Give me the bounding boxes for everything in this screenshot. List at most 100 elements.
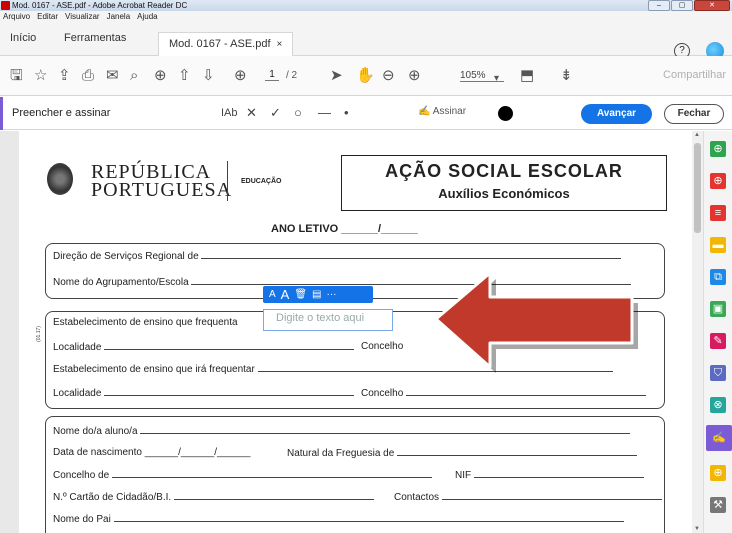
tab-document[interactable]: Mod. 0167 - ASE.pdf × (158, 32, 294, 56)
field-localidade[interactable]: Localidade (53, 341, 355, 353)
label-estab-futuro: Estabelecimento de ensino que irá freque… (53, 364, 255, 375)
sign-pen-tool-icon[interactable]: ✎ (710, 333, 726, 349)
combine-files-icon[interactable]: ⧉ (710, 269, 726, 285)
text-entry-field[interactable]: Digite o texto aqui (263, 309, 393, 331)
send-track-icon[interactable]: ⊗ (710, 397, 726, 413)
close-fill-sign-button[interactable]: Fechar (664, 104, 724, 124)
label-nascimento: Data de nascimento (53, 447, 142, 458)
bookmark-star-icon[interactable]: ☆ (34, 67, 47, 85)
field-nif[interactable]: NIF (455, 469, 644, 481)
protect-shield-icon[interactable]: ⛉ (710, 365, 726, 381)
form-title: AÇÃO SOCIAL ESCOLAR (385, 161, 623, 181)
share-upload-icon[interactable]: ⇪ (58, 67, 71, 85)
fill-sign-tool-icon[interactable]: ✍ (706, 425, 732, 451)
edit-pdf-icon[interactable]: ▣ (710, 301, 726, 317)
minimize-button[interactable]: – (648, 0, 670, 11)
field-cartao[interactable]: N.º Cartão de Cidadão/B.I. (53, 491, 374, 503)
scroll-down-icon[interactable]: ▼ (694, 526, 700, 532)
decrease-font-button[interactable]: A (269, 289, 276, 300)
underline (104, 387, 355, 396)
field-localidade-2[interactable]: Localidade (53, 387, 355, 399)
more-tools-icon[interactable]: ⊕ (710, 465, 726, 481)
menu-ajuda[interactable]: Ajuda (137, 11, 157, 22)
margin-code: (01.17) (35, 326, 42, 342)
fill-sign-title: Preencher e assinar (12, 107, 111, 119)
maximize-button[interactable]: ▢ (671, 0, 693, 11)
next-page-down-icon[interactable]: ⊕ (234, 67, 247, 85)
next-page-icon[interactable]: ⇩ (202, 67, 215, 85)
print-icon[interactable]: ⎙ (82, 67, 94, 85)
label-nif: NIF (455, 470, 472, 481)
organize-pages-icon[interactable]: ≡ (710, 205, 726, 221)
menu-editar[interactable]: Editar (37, 11, 58, 22)
prev-page-up-icon[interactable]: ⇧ (178, 67, 191, 85)
tab-inicio[interactable]: Início (10, 32, 36, 44)
scroll-up-icon[interactable]: ▲ (694, 132, 700, 138)
more-options-button[interactable]: ··· (327, 289, 337, 300)
title-bar: Mod. 0167 - ASE.pdf - Adobe Acrobat Read… (0, 0, 732, 11)
field-estab-atual[interactable]: Estabelecimento de ensino que frequenta (53, 317, 238, 328)
underline (113, 513, 624, 522)
menu-arquivo[interactable]: Arquivo (3, 11, 30, 22)
prev-page-icon[interactable]: ⊕ (154, 67, 167, 85)
label-freguesia: Natural da Freguesia de (287, 448, 395, 459)
select-cursor-icon[interactable]: ➤ (330, 67, 343, 85)
hand-tool-icon[interactable]: ✋ (356, 67, 375, 85)
zoom-in-icon[interactable]: ⊕ (408, 67, 421, 85)
educacao-text: EDUCAÇÃO (241, 178, 282, 185)
field-freguesia[interactable]: Natural da Freguesia de (287, 447, 638, 459)
export-pdf-icon[interactable]: ⊕ (710, 173, 726, 189)
field-nascimento[interactable]: Data de nascimento ______/______/______ (53, 447, 250, 458)
comb-field-icon[interactable]: ▤ (312, 289, 321, 300)
scroll-thumb[interactable] (694, 143, 701, 233)
zoom-out-icon[interactable]: ⊖ (382, 67, 395, 85)
create-pdf-icon[interactable]: ⊕ (710, 141, 726, 157)
circle-mark-icon[interactable]: ○ (294, 105, 302, 120)
underline (173, 491, 374, 500)
menu-janela[interactable]: Janela (107, 11, 131, 22)
field-nome-pai[interactable]: Nome do Pai (53, 513, 624, 525)
email-icon[interactable]: ✉ (106, 67, 119, 85)
vertical-scrollbar[interactable]: ▲ ▼ (692, 131, 703, 533)
dot-mark-icon[interactable]: • (344, 105, 349, 120)
red-arrow-annotation (434, 271, 638, 373)
field-concelho[interactable]: Concelho (361, 341, 403, 352)
underline (473, 469, 644, 478)
label-localidade: Localidade (53, 342, 102, 353)
zoom-dropdown-icon[interactable]: ▾ (494, 70, 499, 88)
save-icon[interactable]: 🖫 (10, 67, 23, 85)
field-concelho-2[interactable]: Concelho (361, 387, 647, 399)
menu-visualizar[interactable]: Visualizar (65, 11, 100, 22)
close-window-button[interactable]: ✕ (694, 0, 730, 11)
acrobat-app-icon (1, 1, 10, 10)
page-number-input[interactable]: 1 (265, 69, 279, 81)
sign-button[interactable]: ✍ Assinar (418, 106, 466, 117)
field-concelho-aluno[interactable]: Concelho de (53, 469, 432, 481)
scroll-mode-icon[interactable]: ⇟ (560, 67, 573, 85)
next-button[interactable]: Avançar (581, 104, 652, 124)
comment-icon[interactable]: ▬ (710, 237, 726, 253)
fill-sign-toolbar: Preencher e assinar IAb ✕ ✓ ○ — • ✍ Assi… (0, 97, 732, 130)
line-mark-icon[interactable]: — (318, 105, 331, 120)
window-title: Mod. 0167 - ASE.pdf - Adobe Acrobat Read… (12, 1, 188, 10)
arrow-shape (434, 271, 634, 369)
text-format-toolbar: A A 🗑 ▤ ··· (263, 286, 373, 303)
tab-ferramentas[interactable]: Ferramentas (64, 32, 126, 44)
add-text-tool[interactable]: IAb (221, 107, 238, 119)
increase-font-button[interactable]: A (281, 287, 290, 302)
field-contactos[interactable]: Contactos (394, 491, 662, 503)
fit-page-icon[interactable]: ⬒ (520, 67, 534, 85)
label-concelho: Concelho (361, 341, 404, 352)
tab-close-icon[interactable]: × (277, 39, 283, 50)
field-dir-servicos[interactable]: Direção de Serviços Regional de (53, 250, 622, 262)
label-nome-aluno: Nome do/a aluno/a (53, 426, 138, 437)
color-picker[interactable] (498, 106, 513, 121)
share-button[interactable]: Compartilhar (663, 69, 726, 81)
customize-tools-icon[interactable]: ⚒ (710, 497, 726, 513)
trash-icon[interactable]: 🗑 (294, 289, 307, 300)
check-mark-icon[interactable]: ✓ (270, 105, 281, 121)
cross-mark-icon[interactable]: ✕ (246, 105, 257, 121)
zoom-search-icon[interactable]: ⌕ (130, 67, 138, 85)
field-nome-aluno[interactable]: Nome do/a aluno/a (53, 425, 631, 437)
underline (406, 387, 647, 396)
